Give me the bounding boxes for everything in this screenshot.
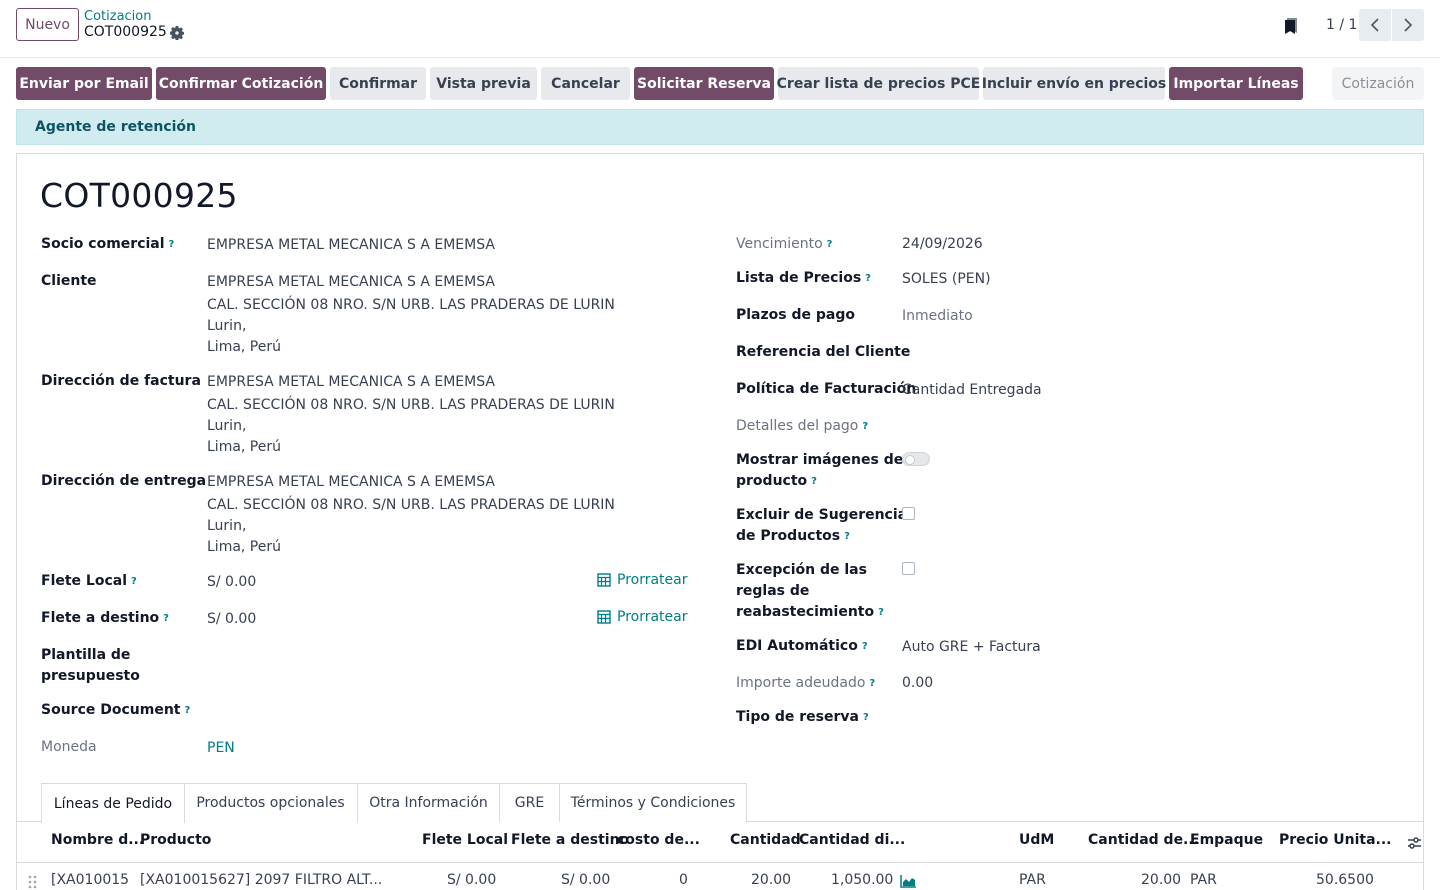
include-shipping-button[interactable]: Incluir envío en precios [982, 67, 1166, 100]
row-cost-cell[interactable]: 0 [679, 872, 688, 888]
column-header-local-freight[interactable]: Flete Local [422, 832, 508, 848]
local-freight-label: Flete Local? [41, 573, 137, 589]
calculator-icon [597, 573, 611, 587]
forecast-chart-icon[interactable] [900, 875, 916, 888]
tab-optional-products[interactable]: Productos opcionales [184, 783, 358, 822]
expiration-label: Vencimiento? [736, 236, 833, 252]
bookmark-icon[interactable] [1284, 17, 1298, 35]
tab-terms-conditions[interactable]: Términos y Condiciones [559, 783, 747, 822]
row-product-cell[interactable]: [XA010015627] 2097 FILTRO ALT... [140, 872, 382, 888]
customer-label: Cliente [41, 273, 97, 289]
payment-terms-label: Plazos de pago [736, 307, 855, 323]
import-lines-button[interactable]: Importar Líneas [1169, 67, 1303, 100]
currency-label: Moneda [41, 739, 97, 755]
retention-agent-alert: Agente de retención [16, 109, 1424, 145]
gear-icon[interactable] [170, 26, 184, 40]
tab-other-info[interactable]: Otra Información [357, 783, 500, 822]
pager-next-button[interactable] [1392, 9, 1424, 41]
prorate-local-button[interactable]: Prorratear [597, 572, 688, 588]
cancel-button[interactable]: Cancelar [541, 67, 630, 100]
invoicing-policy-label: Política de Facturación [736, 381, 917, 397]
control-panel-divider [0, 57, 1440, 58]
edi-automatic-field[interactable]: Auto GRE + Factura [902, 637, 1041, 658]
column-header-destination-freight[interactable]: Flete a destino [511, 832, 629, 848]
pricelist-field[interactable]: SOLES (PEN) [902, 269, 991, 290]
currency-field[interactable]: PEN [207, 738, 235, 759]
new-button[interactable]: Nuevo [16, 8, 79, 41]
column-header-uom[interactable]: UdM [1019, 832, 1054, 848]
breadcrumb-current: COT000925 [84, 24, 167, 40]
row-available-quantity-cell: 1,050.00 [831, 872, 894, 888]
edi-automatic-label: EDI Automático? [736, 638, 868, 654]
customer-field[interactable]: EMPRESA METAL MECANICA S A EMEMSA CAL. S… [207, 272, 615, 358]
amount-due-field: 0.00 [902, 675, 934, 691]
calculator-icon [597, 610, 611, 624]
drag-handle-icon[interactable] [28, 875, 38, 889]
destination-freight-field[interactable]: S/ 0.00 [207, 609, 256, 630]
confirm-quotation-button[interactable]: Confirmar Cotización [156, 67, 326, 100]
delivery-address-label: Dirección de entrega [41, 473, 207, 489]
row-destination-freight-cell[interactable]: S/ 0.00 [561, 872, 610, 888]
pricelist-label: Lista de Precios? [736, 270, 871, 286]
expiration-field[interactable]: 24/09/2026 [902, 234, 983, 255]
replenishment-exception-checkbox[interactable] [902, 562, 915, 575]
chevron-left-icon [1370, 18, 1379, 32]
column-header-product[interactable]: Producto [140, 832, 211, 848]
table-header-divider [16, 862, 1424, 863]
chevron-right-icon [1404, 18, 1413, 32]
amount-due-label: Importe adeudado? [736, 675, 876, 691]
exclude-suggestions-label: Excluir de Sugerencias de Productos? [736, 507, 916, 544]
invoice-address-field[interactable]: EMPRESA METAL MECANICA S A EMEMSA CAL. S… [207, 372, 615, 458]
pager-previous-button[interactable] [1359, 9, 1391, 41]
invoicing-policy-field[interactable]: Cantidad Entregada [902, 380, 1042, 401]
confirm-button[interactable]: Confirmar [330, 67, 426, 100]
column-header-name[interactable]: Nombre d... [51, 832, 144, 848]
local-freight-field[interactable]: S/ 0.00 [207, 572, 256, 593]
request-reservation-button[interactable]: Solicitar Reserva [634, 67, 774, 100]
quotation-template-label: Plantilla de presupuesto [41, 647, 140, 684]
column-header-packaging[interactable]: Empaque [1190, 832, 1263, 848]
exclude-suggestions-checkbox[interactable] [902, 507, 915, 520]
column-header-delivered-quantity[interactable]: Cantidad de... [1088, 832, 1199, 848]
row-packaging-cell[interactable]: PAR [1190, 872, 1217, 888]
replenishment-exception-label: Excepción de las reglas de reabastecimie… [736, 562, 884, 620]
column-header-quantity[interactable]: Cantidad [730, 832, 801, 848]
row-quantity-cell[interactable]: 20.00 [751, 872, 791, 888]
payment-terms-field[interactable]: Inmediato [902, 306, 973, 327]
row-delivered-quantity-cell: 20.00 [1141, 872, 1182, 888]
tab-gre[interactable]: GRE [499, 783, 560, 822]
column-header-available-quantity[interactable]: Cantidad di... [799, 832, 905, 848]
source-document-label: Source Document? [41, 702, 191, 718]
show-product-images-label: Mostrar imágenes de producto? [736, 452, 904, 489]
payment-details-label: Detalles del pago? [736, 418, 869, 434]
column-header-cost[interactable]: costo de... [617, 832, 700, 848]
partner-field[interactable]: EMPRESA METAL MECANICA S A EMEMSA [207, 235, 495, 256]
prorate-destination-button[interactable]: Prorratear [597, 609, 688, 625]
partner-label: Socio comercial? [41, 236, 175, 252]
reservation-type-label: Tipo de reserva? [736, 709, 869, 725]
column-header-unit-price[interactable]: Precio Unita... [1279, 832, 1391, 848]
delivery-address-field[interactable]: EMPRESA METAL MECANICA S A EMEMSA CAL. S… [207, 472, 615, 558]
customer-reference-label: Referencia del Cliente [736, 344, 911, 360]
destination-freight-label: Flete a destino? [41, 610, 169, 626]
invoice-address-label: Dirección de factura [41, 373, 201, 389]
pager-value[interactable]: 1 / 1 [1326, 17, 1357, 33]
tab-order-lines[interactable]: Líneas de Pedido [41, 783, 185, 823]
row-uom-cell[interactable]: PAR [1019, 872, 1046, 888]
send-email-button[interactable]: Enviar por Email [16, 67, 152, 100]
row-name-cell[interactable]: [XA010015 [51, 872, 129, 888]
create-pce-pricelist-button[interactable]: Crear lista de precios PCE [777, 67, 980, 100]
row-unit-price-cell[interactable]: 50.6500 [1316, 872, 1374, 888]
row-local-freight-cell[interactable]: S/ 0.00 [447, 872, 496, 888]
preview-button[interactable]: Vista previa [430, 67, 537, 100]
page-title: COT000925 [40, 176, 238, 215]
show-product-images-toggle[interactable] [902, 452, 930, 466]
optional-columns-icon[interactable] [1407, 836, 1422, 850]
breadcrumb-parent-link[interactable]: Cotizacion [84, 9, 151, 24]
status-quotation[interactable]: Cotización [1332, 67, 1424, 100]
